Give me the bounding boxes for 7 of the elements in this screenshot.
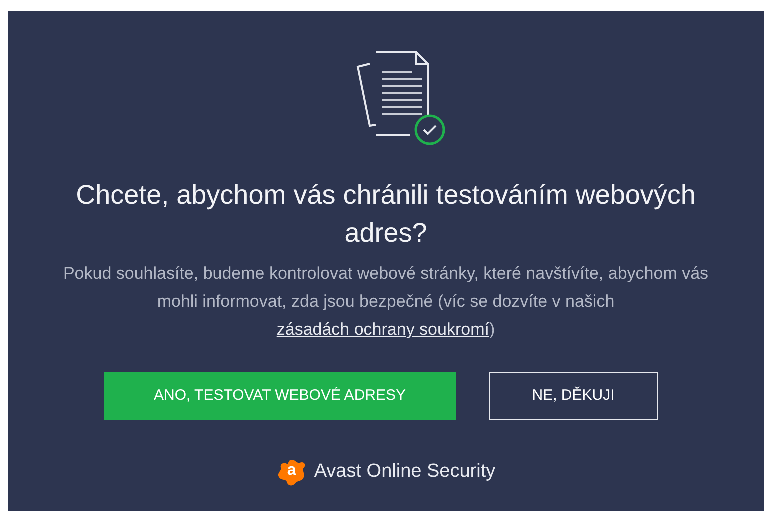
logo-letter: a: [287, 462, 296, 480]
decline-button[interactable]: NE, DĚKUJI: [489, 372, 658, 420]
description: Pokud souhlasíte, budeme kontrolovat webové stránky, které navštívíte, abychom vás mohli informovat, zda jsou bezpečné (víc se dozvíte v našich zásadách ochrany soukromí): [62, 263, 710, 341]
product-name: Avast Online Security: [314, 460, 496, 484]
privacy-link[interactable]: zásadách ochrany soukromí: [276, 320, 490, 339]
document-check-icon: [356, 48, 446, 148]
dialog-title: Chcete, abychom vás chránili testováním webových adres?: [75, 179, 697, 250]
